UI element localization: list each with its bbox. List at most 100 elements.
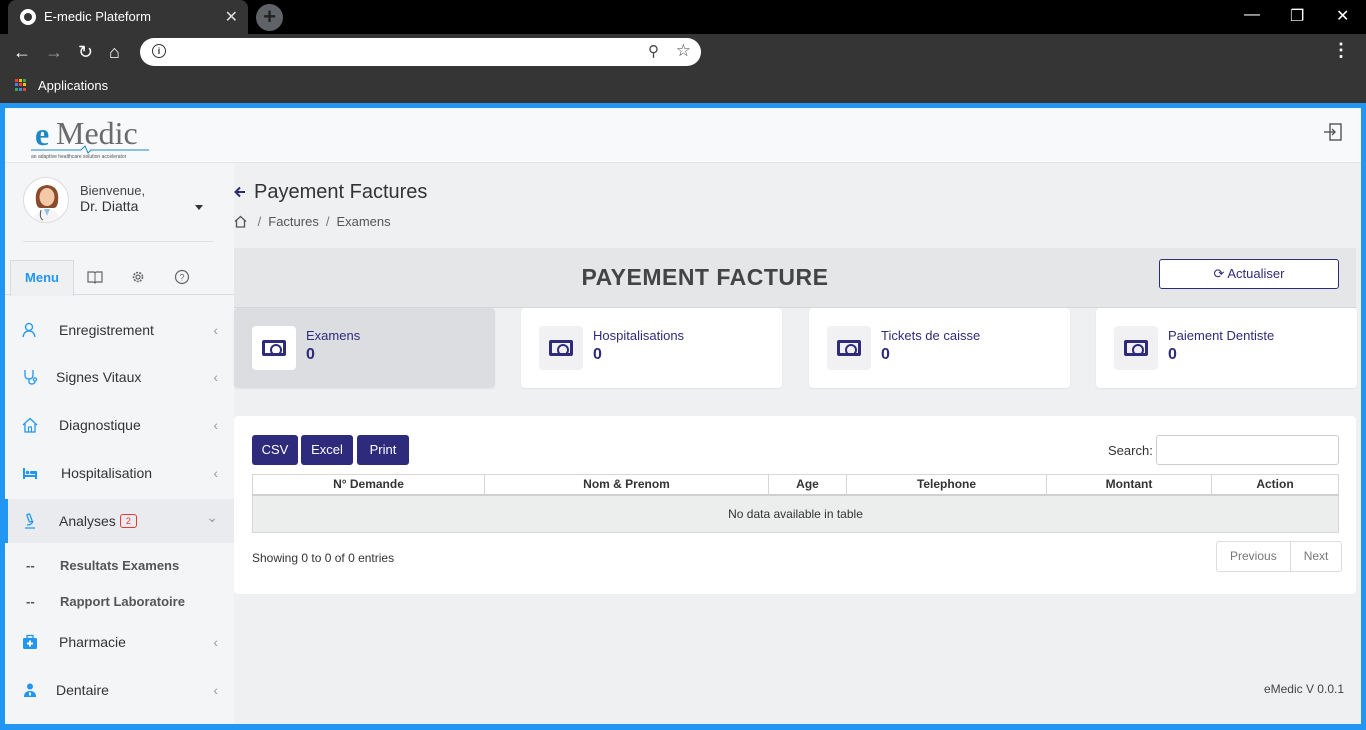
column-header[interactable]: Nom & Prenom (484, 474, 769, 496)
card-value: 0 (593, 346, 602, 363)
excel-button[interactable]: Excel (301, 435, 353, 465)
sidebar-item-pharmacie[interactable]: Pharmacie ‹ (5, 620, 234, 664)
csv-button[interactable]: CSV (252, 435, 298, 465)
sidebar-item-diagnostique[interactable]: Diagnostique ‹ (5, 403, 234, 447)
notification-badge: 2 (119, 514, 137, 528)
empty-table-message: No data available in table (252, 494, 1339, 533)
column-header[interactable]: Telephone (846, 474, 1047, 496)
sidebar-item-analyses[interactable]: Analyses 2 ⌄ (5, 499, 234, 543)
tab-menu[interactable]: Menu (10, 260, 74, 296)
print-button[interactable]: Print (357, 435, 409, 465)
tab-close-icon[interactable]: ✕ (225, 7, 238, 27)
browser-menu-icon[interactable]: ⋮ (1332, 40, 1350, 61)
column-header[interactable]: Montant (1046, 474, 1212, 496)
money-bill-icon (549, 340, 573, 356)
card-value: 0 (306, 346, 315, 363)
browser-tab[interactable]: E-medic Plateform ✕ (8, 0, 248, 34)
sidebar-item-signes-vitaux[interactable]: Signes Vitaux ‹ (5, 355, 234, 399)
sidebar-item-label: Hospitalisation (61, 465, 153, 481)
zoom-icon[interactable]: ⚲ (648, 42, 659, 60)
column-header[interactable]: Age (768, 474, 847, 496)
user-name: Dr. Diatta (80, 198, 139, 214)
next-button[interactable]: Next (1289, 542, 1342, 571)
restore-icon[interactable]: ❐ (1290, 6, 1304, 26)
section-banner: PAYEMENT FACTURE ⟳ Actualiser (234, 248, 1356, 308)
doctor-icon (24, 683, 36, 697)
breadcrumb-examens: Examens (336, 214, 391, 229)
stat-card-hospitalisations[interactable]: Hospitalisations 0 (521, 308, 782, 388)
card-label: Hospitalisations (593, 328, 685, 343)
subnav-dash: -- (26, 594, 35, 609)
column-header[interactable]: N° Demande (252, 474, 485, 496)
apps-grid-icon[interactable] (15, 79, 27, 91)
bookmarks-bar: Applications (0, 72, 1366, 103)
money-bill-icon (262, 340, 286, 356)
help-icon[interactable]: ? (174, 269, 190, 285)
forward-arrow-icon[interactable]: → (45, 42, 63, 63)
medkit-icon (23, 634, 37, 649)
new-tab-button[interactable]: + (256, 4, 283, 31)
page-title-text: Payement Factures (254, 181, 428, 203)
logout-icon[interactable] (1323, 122, 1343, 142)
chevron-left-icon: ‹ (213, 682, 218, 698)
sidebar-item-label: Enregistrement (59, 322, 154, 338)
avatar (23, 177, 69, 223)
table-panel: CSV Excel Print Search: N° Demande Nom &… (234, 416, 1356, 594)
bookmark-applications[interactable]: Applications (38, 78, 108, 93)
user-dropdown-caret-icon[interactable] (195, 205, 203, 210)
card-label: Examens (306, 328, 361, 343)
breadcrumb-home-icon[interactable] (234, 215, 247, 228)
user-profile[interactable]: Bienvenue, Dr. Diatta (23, 177, 213, 242)
bookmark-star-icon[interactable]: ☆ (676, 41, 691, 61)
gear-icon[interactable] (130, 269, 146, 285)
refresh-label: Actualiser (1227, 266, 1285, 281)
back-arrow-icon[interactable] (234, 183, 246, 203)
svg-text:?: ? (179, 273, 184, 283)
stat-card-tickets[interactable]: Tickets de caisse 0 (809, 308, 1070, 388)
heartbeat-line-icon (31, 145, 149, 154)
subnav-rapport-laboratoire[interactable]: -- Rapport Laboratoire (5, 590, 234, 614)
icon-box (539, 326, 583, 370)
page-frame: e Medic an adaptive healthcare solution … (0, 103, 1366, 730)
stat-card-examens[interactable]: Examens 0 (234, 308, 495, 388)
stat-card-dentiste[interactable]: Paiement Dentiste 0 (1096, 308, 1357, 388)
sidebar-item-hospitalisation[interactable]: Hospitalisation ‹ (5, 451, 234, 495)
user-icon (22, 322, 36, 338)
sidebar-item-dentaire[interactable]: Dentaire ‹ (5, 668, 234, 712)
sidebar-item-enregistrement[interactable]: Enregistrement ‹ (5, 308, 234, 352)
app-header: e Medic an adaptive healthcare solution … (5, 108, 1361, 163)
reload-icon[interactable]: ↻ (78, 42, 93, 63)
card-value: 0 (881, 346, 890, 363)
tab-title: E-medic Plateform (44, 9, 151, 24)
sidebar-item-label: Diagnostique (59, 417, 141, 433)
breadcrumb-separator: / (257, 214, 262, 229)
sidebar-item-label: Dentaire (56, 682, 109, 698)
globe-icon (20, 9, 36, 25)
breadcrumb-factures[interactable]: Factures (268, 214, 319, 229)
address-bar[interactable]: i ⚲ ☆ (140, 38, 701, 66)
browser-toolbar: ← → ↻ ⌂ i ⚲ ☆ ⋮ (0, 34, 1366, 72)
money-bill-icon (837, 340, 861, 356)
refresh-icon: ⟳ (1213, 266, 1225, 281)
refresh-button[interactable]: ⟳ Actualiser (1159, 259, 1339, 289)
column-header[interactable]: Action (1211, 474, 1339, 496)
emedic-logo[interactable]: e Medic an adaptive healthcare solution … (31, 114, 151, 162)
pagination: Previous Next (1216, 541, 1343, 572)
site-info-icon[interactable]: i (152, 44, 166, 58)
book-icon[interactable] (87, 269, 103, 285)
search-input[interactable] (1156, 435, 1339, 465)
previous-button[interactable]: Previous (1217, 542, 1290, 571)
window-close-icon[interactable]: ✕ (1336, 6, 1349, 26)
search-label: Search: (1108, 443, 1153, 458)
icon-box (1114, 326, 1158, 370)
back-arrow-icon[interactable]: ← (13, 42, 31, 63)
home-icon[interactable]: ⌂ (109, 42, 120, 63)
bed-icon (23, 468, 37, 479)
chevron-left-icon: ‹ (213, 369, 218, 385)
minimize-icon[interactable]: — (1244, 6, 1260, 24)
sidebar-tabs: Menu ? (5, 260, 234, 296)
microscope-icon (25, 513, 35, 529)
home-icon (22, 417, 38, 433)
subnav-resultats-examens[interactable]: -- Resultats Examens (5, 554, 234, 578)
subnav-dash: -- (26, 558, 35, 573)
